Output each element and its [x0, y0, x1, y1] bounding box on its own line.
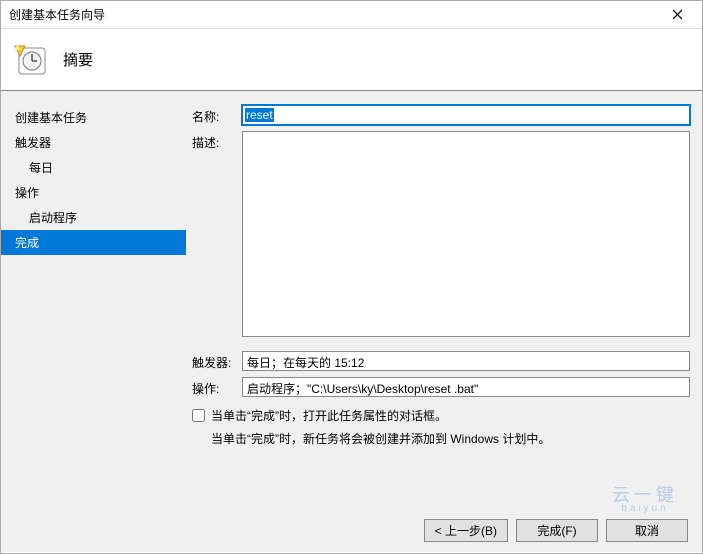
open-properties-row: 当单击“完成”时，打开此任务属性的对话框。	[192, 407, 690, 424]
body: 创建基本任务触发器每日操作启动程序完成 名称: reset 描述: 触发器: 每…	[1, 91, 702, 552]
close-icon	[672, 9, 683, 20]
action-field[interactable]: 启动程序；"C:\Users\ky\Desktop\reset .bat"	[242, 377, 690, 397]
sidebar-item-3[interactable]: 操作	[1, 180, 186, 205]
content-panel: 名称: reset 描述: 触发器: 每日；在每天的 15:12 操作: 启动程…	[186, 91, 702, 552]
window-title: 创建基本任务向导	[9, 6, 660, 23]
description-row: 描述:	[192, 131, 690, 337]
close-button[interactable]	[660, 4, 694, 26]
description-textarea[interactable]	[242, 131, 690, 337]
action-label: 操作:	[192, 377, 242, 397]
hint-text: 当单击“完成”时，新任务将会被创建并添加到 Windows 计划中。	[192, 430, 690, 447]
sidebar-item-0[interactable]: 创建基本任务	[1, 105, 186, 130]
name-input-value: reset	[245, 108, 274, 122]
finish-button[interactable]: 完成(F)	[516, 519, 598, 542]
wizard-sidebar: 创建基本任务触发器每日操作启动程序完成	[1, 91, 186, 552]
watermark: 云一键 baiyun	[612, 486, 678, 514]
trigger-label: 触发器:	[192, 351, 242, 371]
wizard-clock-icon	[13, 42, 49, 78]
sidebar-item-2[interactable]: 每日	[1, 155, 186, 180]
button-bar: < 上一步(B) 完成(F) 取消	[424, 519, 688, 542]
sidebar-item-1[interactable]: 触发器	[1, 130, 186, 155]
back-button[interactable]: < 上一步(B)	[424, 519, 508, 542]
open-properties-checkbox[interactable]	[192, 409, 205, 422]
sidebar-item-4[interactable]: 启动程序	[1, 205, 186, 230]
header-heading: 摘要	[63, 49, 93, 70]
open-properties-label: 当单击“完成”时，打开此任务属性的对话框。	[211, 407, 447, 424]
trigger-field[interactable]: 每日；在每天的 15:12	[242, 351, 690, 371]
name-input[interactable]: reset	[242, 105, 690, 125]
header-panel: 摘要	[1, 29, 702, 91]
cancel-button[interactable]: 取消	[606, 519, 688, 542]
trigger-row: 触发器: 每日；在每天的 15:12	[192, 351, 690, 371]
name-label: 名称:	[192, 105, 242, 125]
name-row: 名称: reset	[192, 105, 690, 125]
sidebar-item-5[interactable]: 完成	[1, 230, 186, 255]
action-row: 操作: 启动程序；"C:\Users\ky\Desktop\reset .bat…	[192, 377, 690, 397]
description-label: 描述:	[192, 131, 242, 151]
titlebar: 创建基本任务向导	[1, 1, 702, 29]
